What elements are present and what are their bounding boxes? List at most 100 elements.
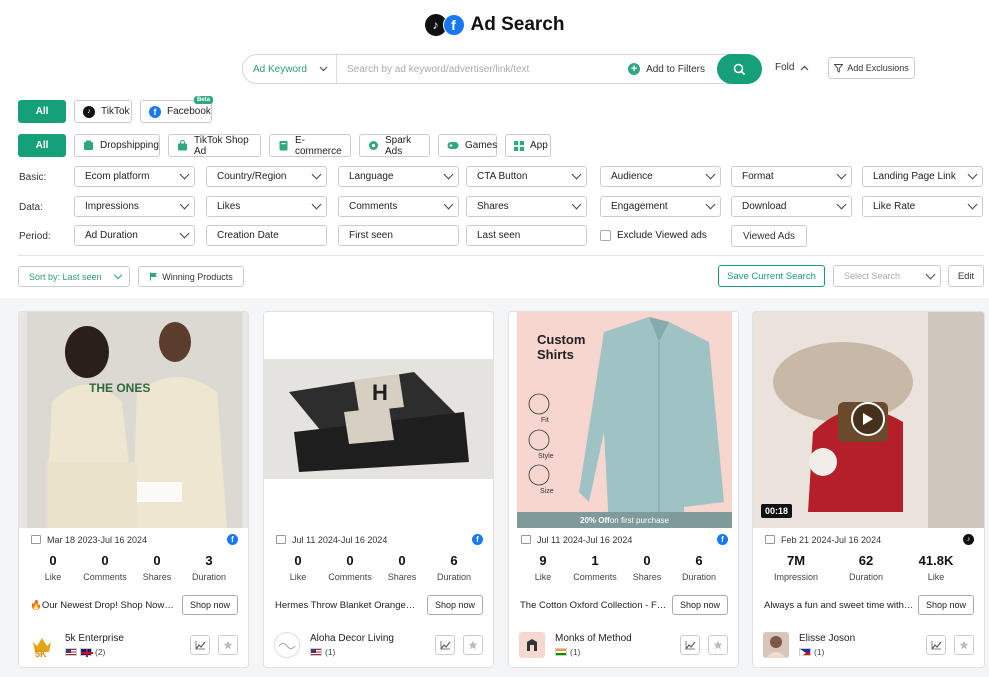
category-all[interactable]: All [18,134,66,157]
analytics-button[interactable] [926,635,946,655]
stat-label: Shares [632,572,662,582]
category-games[interactable]: Games [438,134,497,157]
category-app[interactable]: App [505,134,551,157]
viewed-ads-button[interactable]: Viewed Ads [731,225,807,247]
filter-ad-duration[interactable]: Ad Duration [74,225,195,246]
facebook-logo-icon: f [442,14,465,36]
ad-media-image[interactable]: THE ONES [19,312,248,528]
shop-now-button[interactable]: Shop now [181,595,238,615]
ad-date-row: Mar 18 2023-Jul 16 2024 f [31,534,238,545]
select-search-dropdown[interactable]: Select Search [833,265,941,287]
advertiser-avatar[interactable] [274,632,300,658]
ad-date-row: Jul 11 2024-Jul 16 2024 f [276,534,483,545]
ad-media-image[interactable]: H [264,312,493,528]
filter-last-seen[interactable]: Last seen [466,225,587,246]
advertiser-regions: (1) [555,647,672,657]
search-button[interactable] [717,54,762,84]
filter-shares[interactable]: Shares [466,196,587,217]
chart-icon [931,641,941,650]
exclude-viewed-checkbox[interactable] [600,230,611,241]
category-tiktok-shop-ad[interactable]: TikTok Shop Ad [168,134,261,157]
add-exclusions-label: Add Exclusions [847,63,909,73]
advertiser-avatar[interactable] [763,632,789,658]
select-search-label: Select Search [844,271,901,281]
ad-card[interactable]: THE ONES Mar 18 2023-Jul 16 2024 f 0 Like… [18,311,249,668]
winning-products-label: Winning Products [162,271,233,282]
search-input[interactable] [337,63,629,75]
analytics-button[interactable] [680,635,700,655]
advertiser-name[interactable]: Monks of Method [555,633,672,644]
stat-label: Like [534,572,552,582]
save-current-search-button[interactable]: Save Current Search [718,265,825,287]
add-to-filters-button[interactable]: + Add to Filters [628,63,717,75]
chart-icon [440,641,450,650]
favorite-button[interactable] [218,635,238,655]
advertiser-avatar[interactable] [519,632,545,658]
filter-download[interactable]: Download [731,196,852,217]
favorite-button[interactable] [463,635,483,655]
winning-products-button[interactable]: Winning Products [138,266,244,287]
filter-comments[interactable]: Comments [338,196,459,217]
stat-label: Comments [328,572,372,582]
chevron-down-icon [311,169,322,180]
star-icon [223,640,233,650]
filter-first-seen[interactable]: First seen [338,225,459,246]
filter-cta-button[interactable]: CTA Button [466,166,587,187]
chevron-down-icon [179,169,190,180]
ad-date-row: Jul 11 2024-Jul 16 2024 f [521,534,728,545]
filter-likes[interactable]: Likes [206,196,327,217]
add-exclusions-button[interactable]: Add Exclusions [828,57,915,79]
advertiser-name[interactable]: Elisse Joson [799,633,918,644]
sort-select[interactable]: Sort by: Last seen [18,266,130,287]
filter-language[interactable]: Language [338,166,459,187]
analytics-button[interactable] [190,635,210,655]
ad-card[interactable]: H Jul 11 2024-Jul 16 2024 f 0 Like 0 Comme… [263,311,494,668]
category-dropshipping[interactable]: Dropshipping [74,134,160,157]
filter-ecom-platform[interactable]: Ecom platform [74,166,195,187]
platform-tiktok[interactable]: ♪ TikTok [74,100,132,123]
ad-media-image[interactable]: Custom Shirts Fit Style Size 20% Off on … [509,312,738,528]
filter-impressions[interactable]: Impressions [74,196,195,217]
filter-engagement[interactable]: Engagement [600,196,721,217]
chevron-down-icon [443,199,454,210]
favorite-button[interactable] [954,635,974,655]
platform-all-label: All [35,106,49,117]
calendar-icon [765,535,775,544]
advertiser-avatar[interactable]: 5K [29,632,55,658]
filter-audience[interactable]: Audience [600,166,721,187]
stat-value: 0 [101,553,109,568]
filter-label: Format [742,171,774,182]
edit-button[interactable]: Edit [948,265,984,287]
platform-facebook[interactable]: f Facebook Beta [140,96,213,123]
hoodie-print: THE ONES [89,381,151,395]
play-icon[interactable] [851,402,885,436]
category-spark-ads[interactable]: Spark Ads [359,134,430,157]
filter-label: Comments [349,201,398,212]
star-icon [713,640,723,650]
favorite-button[interactable] [708,635,728,655]
search-icon [733,63,746,75]
svg-text:5K: 5K [35,649,47,657]
stat-value: 6 [695,553,703,568]
advertiser-name[interactable]: 5k Enterprise [65,633,182,644]
keyword-type-select[interactable]: Ad Keyword [243,55,337,83]
filter-creation-date[interactable]: Creation Date [206,225,327,246]
fold-toggle[interactable]: Fold [775,62,809,73]
filter-landing-page-link[interactable]: Landing Page Link [862,166,983,187]
analytics-button[interactable] [435,635,455,655]
calendar-icon [521,535,531,544]
category-e-commerce[interactable]: E-commerce [269,134,351,157]
filter-format[interactable]: Format [731,166,852,187]
ad-card[interactable]: 00:18 Feb 21 2024-Jul 16 2024 ♪ 7M Impres… [752,311,985,668]
filter-country-region[interactable]: Country/Region [206,166,327,187]
platform-all[interactable]: All [18,100,66,123]
shop-now-button[interactable]: Shop now [917,595,974,615]
shop-now-button[interactable]: Shop now [671,595,728,615]
stat-value: 41.8K [918,553,954,568]
advertiser-name[interactable]: Aloha Decor Living [310,633,427,644]
ad-video-thumbnail[interactable]: 00:18 [753,312,984,528]
shop-now-button[interactable]: Shop now [426,595,483,615]
ad-card[interactable]: Custom Shirts Fit Style Size 20% Off on … [508,311,739,668]
filter-like-rate[interactable]: Like Rate [862,196,983,217]
exclude-viewed-toggle[interactable]: Exclude Viewed ads [600,230,707,241]
